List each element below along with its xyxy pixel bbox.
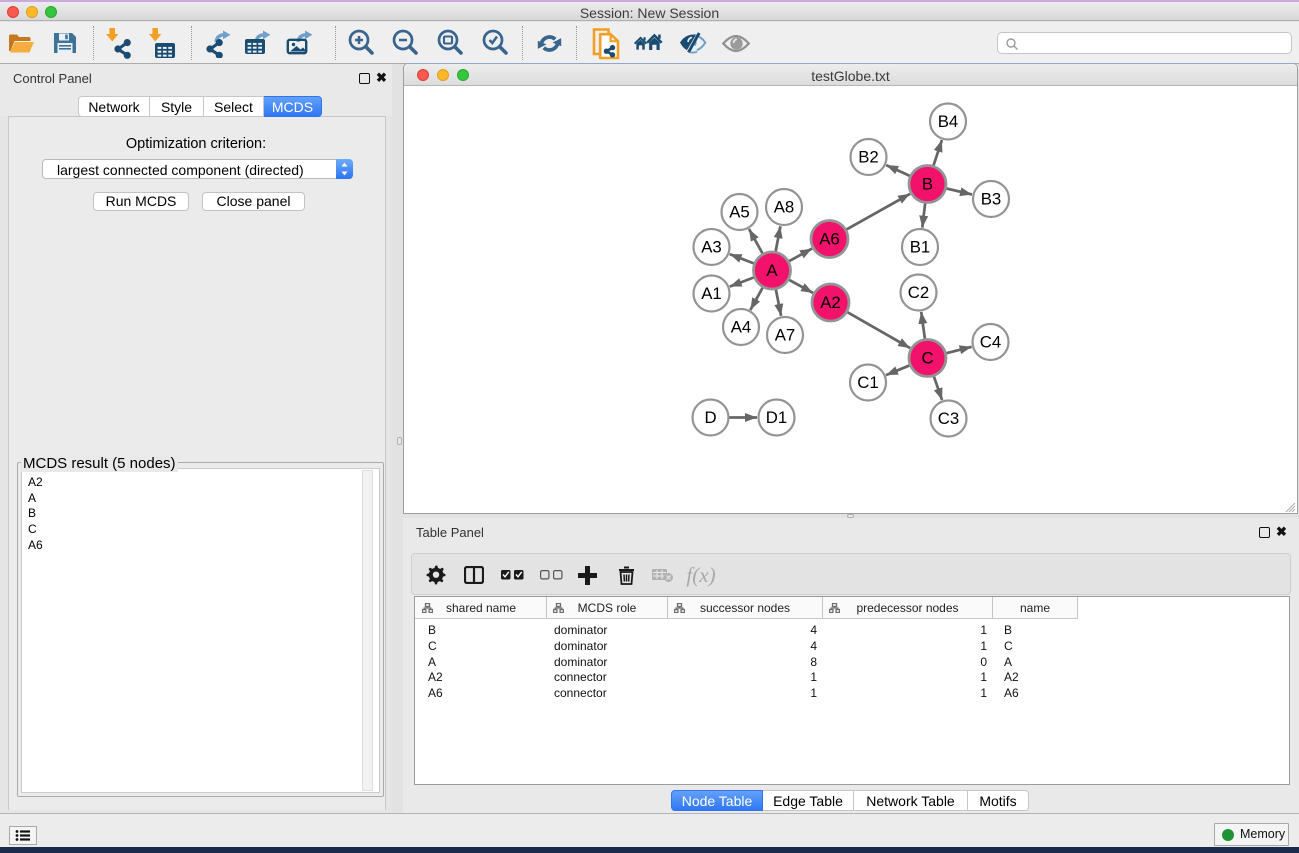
svg-text:A5: A5 — [729, 203, 750, 222]
svg-text:D: D — [704, 408, 716, 427]
svg-text:C3: C3 — [938, 409, 959, 428]
svg-text:A6: A6 — [819, 230, 840, 249]
svg-text:C: C — [921, 349, 933, 368]
svg-text:A7: A7 — [775, 326, 796, 345]
svg-text:C4: C4 — [980, 333, 1001, 352]
svg-text:A3: A3 — [701, 238, 722, 257]
svg-text:B4: B4 — [938, 112, 959, 131]
svg-text:A1: A1 — [701, 284, 722, 303]
svg-text:B: B — [922, 175, 933, 194]
svg-text:A8: A8 — [774, 198, 795, 217]
svg-text:A2: A2 — [820, 293, 841, 312]
svg-text:B2: B2 — [858, 148, 879, 167]
svg-text:C1: C1 — [857, 373, 878, 392]
svg-text:D1: D1 — [766, 408, 787, 427]
svg-text:A4: A4 — [731, 318, 752, 337]
svg-text:A: A — [766, 261, 778, 280]
svg-text:B3: B3 — [981, 190, 1002, 209]
svg-text:C2: C2 — [908, 283, 929, 302]
svg-text:B1: B1 — [910, 238, 931, 257]
